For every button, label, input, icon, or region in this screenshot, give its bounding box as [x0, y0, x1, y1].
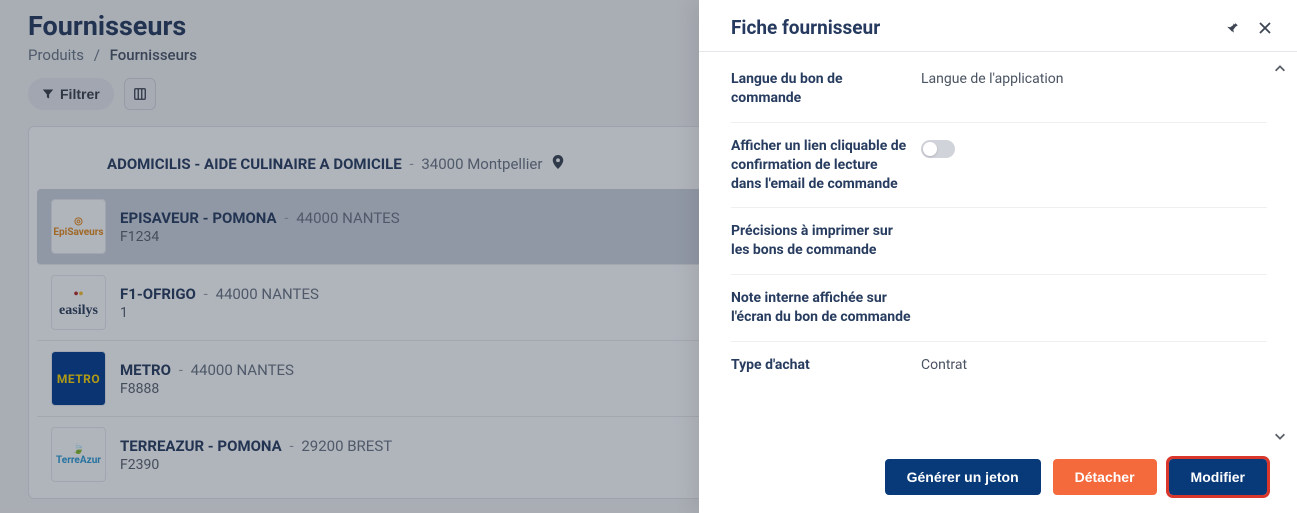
- supplier-city: 44000 NANTES: [191, 361, 294, 379]
- panel-header-actions: [1223, 20, 1273, 36]
- filter-icon: [42, 88, 54, 100]
- supplier-code: F2390: [120, 457, 392, 473]
- supplier-panel: Fiche fournisseur Langue du bon de comma…: [699, 0, 1297, 513]
- filter-label: Filtrer: [60, 86, 100, 102]
- breadcrumb-sep: /: [94, 46, 100, 64]
- list-header-name: ADOMICILIS - AIDE CULINAIRE A DOMICILE: [107, 155, 402, 173]
- supplier-info: EPISAVEUR - POMONA - 44000 NANTES F1234: [120, 209, 400, 245]
- supplier-logo: 🍃TerreAzur: [51, 427, 106, 482]
- supplier-city: 44000 NANTES: [216, 285, 319, 303]
- dash: -: [409, 155, 413, 173]
- columns-button[interactable]: [124, 78, 156, 110]
- list-header-city: 34000 Montpellier: [421, 155, 542, 173]
- panel-header: Fiche fournisseur: [699, 0, 1297, 52]
- field-label: Type d'achat: [731, 356, 911, 375]
- supplier-logo: METRO: [51, 351, 106, 406]
- supplier-logo: ◎EpiSaveurs: [51, 199, 106, 254]
- supplier-info: TERREAZUR - POMONA - 29200 BREST F2390: [120, 437, 392, 473]
- supplier-logo: ••easilys: [51, 275, 106, 330]
- supplier-name: TERREAZUR - POMONA: [120, 437, 282, 455]
- supplier-info: F1-OFRIGO - 44000 NANTES 1: [120, 285, 319, 321]
- detach-button[interactable]: Détacher: [1053, 459, 1157, 495]
- supplier-city: 29200 BREST: [301, 437, 392, 455]
- supplier-city: 44000 NANTES: [296, 209, 399, 227]
- supplier-code: 1: [120, 305, 319, 321]
- modify-button[interactable]: Modifier: [1169, 459, 1267, 495]
- chevron-down-icon[interactable]: [1273, 429, 1287, 443]
- toggle-switch[interactable]: [921, 140, 955, 158]
- field-value: Langue de l'application: [921, 70, 1267, 87]
- field-order-language: Langue du bon de commande Langue de l'ap…: [731, 56, 1267, 123]
- field-print-precisions: Précisions à imprimer sur les bons de co…: [731, 208, 1267, 275]
- filter-button[interactable]: Filtrer: [28, 78, 114, 110]
- panel-footer: Générer un jeton Détacher Modifier: [699, 447, 1297, 513]
- field-label: Précisions à imprimer sur les bons de co…: [731, 222, 911, 260]
- field-label: Note interne affichée sur l'écran du bon…: [731, 289, 911, 327]
- supplier-code: F8888: [120, 381, 294, 397]
- field-label: Afficher un lien cliquable de confirmati…: [731, 137, 911, 194]
- generate-token-button[interactable]: Générer un jeton: [885, 459, 1041, 495]
- field-label: Langue du bon de commande: [731, 70, 911, 108]
- field-internal-note: Note interne affichée sur l'écran du bon…: [731, 275, 1267, 342]
- supplier-info: METRO - 44000 NANTES F8888: [120, 361, 294, 397]
- breadcrumb-parent[interactable]: Produits: [28, 46, 84, 64]
- field-value: [921, 222, 1267, 223]
- field-value: [921, 137, 1267, 162]
- panel-title: Fiche fournisseur: [731, 16, 880, 39]
- chevron-up-icon[interactable]: [1273, 62, 1287, 76]
- field-clickable-link: Afficher un lien cliquable de confirmati…: [731, 123, 1267, 209]
- supplier-name: EPISAVEUR - POMONA: [120, 209, 277, 227]
- breadcrumb-current: Fournisseurs: [110, 46, 197, 64]
- pin-icon[interactable]: [1223, 20, 1239, 36]
- field-value: [921, 289, 1267, 290]
- panel-body[interactable]: Langue du bon de commande Langue de l'ap…: [699, 52, 1297, 447]
- field-purchase-type: Type d'achat Contrat: [731, 342, 1267, 389]
- close-icon[interactable]: [1257, 20, 1273, 36]
- field-value: Contrat: [921, 356, 1267, 373]
- location-icon: [552, 155, 564, 169]
- supplier-name: F1-OFRIGO: [120, 285, 196, 303]
- supplier-name: METRO: [120, 361, 171, 379]
- supplier-code: F1234: [120, 229, 400, 245]
- columns-icon: [133, 87, 147, 101]
